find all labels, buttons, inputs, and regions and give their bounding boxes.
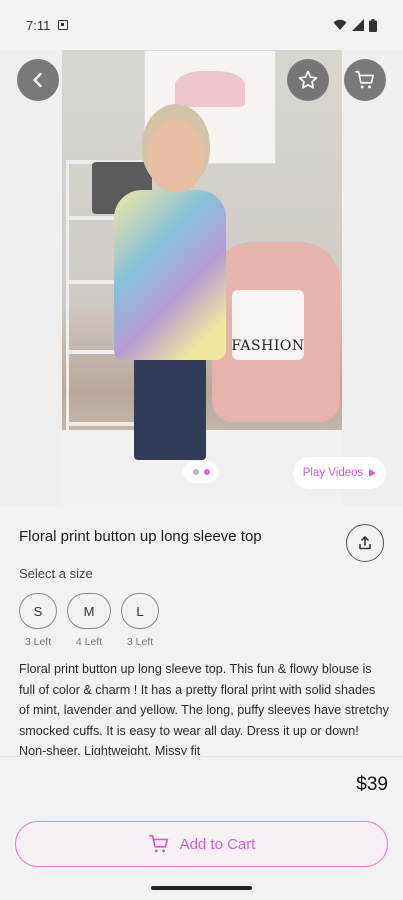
size-option-m[interactable]: M 4 Left: [67, 593, 111, 648]
wifi-icon: [333, 19, 347, 30]
pager-dot-active[interactable]: [203, 469, 210, 475]
play-videos-label: Play Videos: [302, 467, 364, 479]
size-button[interactable]: S: [19, 593, 57, 629]
model-head: [148, 120, 204, 192]
cart-icon: [355, 70, 375, 89]
pager-dot[interactable]: [192, 469, 199, 475]
product-photo: FASHION: [62, 50, 342, 506]
play-videos-button[interactable]: Play Videos: [293, 457, 386, 489]
cart-button[interactable]: [344, 59, 386, 101]
model-blouse: [114, 190, 226, 360]
pillow-image: FASHION: [231, 290, 304, 360]
product-title: Floral print button up long sleeve top: [19, 528, 262, 545]
product-info: Floral print button up long sleeve top S…: [0, 506, 403, 756]
size-stock: 3 Left: [24, 636, 52, 648]
cart-icon: [148, 834, 168, 853]
share-button[interactable]: [346, 524, 384, 562]
share-icon: [359, 536, 371, 550]
battery-icon: [369, 18, 377, 32]
size-selector-label: Select a size: [19, 566, 93, 581]
size-button[interactable]: M: [67, 593, 111, 629]
add-to-cart-button[interactable]: Add to Cart: [15, 821, 388, 867]
home-indicator[interactable]: [151, 886, 252, 890]
size-button[interactable]: L: [121, 593, 159, 629]
signal-icon: [352, 19, 364, 31]
favorite-button[interactable]: [287, 59, 329, 101]
size-option-l[interactable]: L 3 Left: [121, 593, 159, 648]
back-arrow-icon: [33, 72, 42, 88]
product-description: Floral print button up long sleeve top. …: [19, 662, 389, 755]
play-icon: [369, 469, 377, 477]
model-legs: [134, 350, 206, 460]
product-image-carousel[interactable]: FASHION Play Videos: [0, 50, 403, 506]
add-to-cart-label: Add to Cart: [179, 835, 256, 853]
purchase-bar: $39 Add to Cart: [0, 756, 403, 900]
size-option-s[interactable]: S 3 Left: [19, 593, 57, 648]
star-icon: [298, 70, 318, 89]
back-button[interactable]: [17, 59, 59, 101]
status-time: 7:11: [26, 17, 51, 33]
size-stock: 3 Left: [126, 636, 154, 648]
size-stock: 4 Left: [75, 636, 103, 648]
size-selector: S 3 Left M 4 Left L 3 Left: [19, 593, 159, 648]
notification-icon: [58, 20, 69, 30]
status-bar: 7:11: [0, 0, 403, 50]
product-price: $39: [356, 774, 388, 795]
carousel-pager[interactable]: [183, 461, 219, 483]
